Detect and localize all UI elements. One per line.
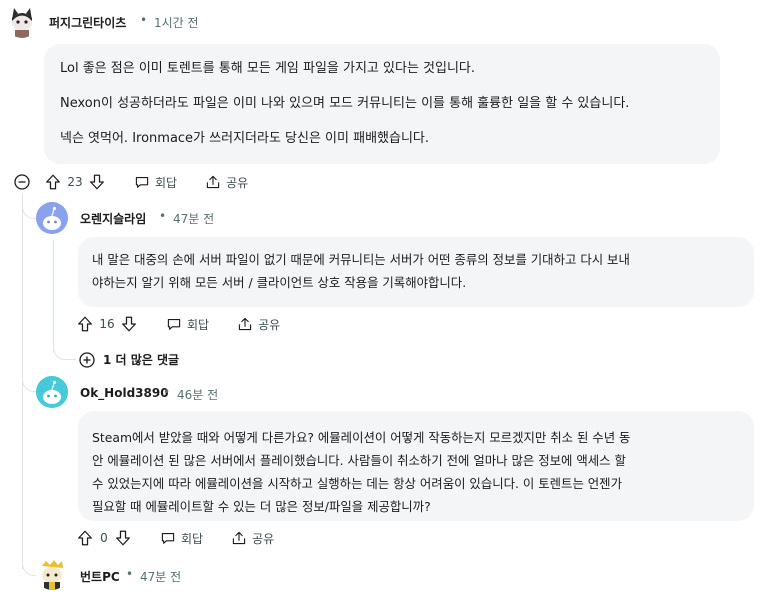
comment-paragraph: Nexon이 성공하더라도 파일은 이미 나와 있으며 모드 커뮤니티는 이를 … — [60, 96, 630, 111]
more-replies-button[interactable]: 1 더 많은 댓글 — [79, 351, 179, 368]
comment-actions: 23 회답 공유 — [44, 169, 248, 195]
comment-author[interactable]: 오렌지슬라임 — [80, 210, 146, 227]
reply-label: 회답 — [187, 317, 210, 332]
downvote-arrow-icon — [122, 316, 136, 332]
comment-time[interactable]: 47분 전 — [173, 210, 214, 227]
share-button[interactable]: 공유 — [237, 316, 280, 333]
vote-group: 23 — [44, 173, 106, 191]
downvote-button[interactable] — [88, 173, 106, 191]
comment-paragraph: Lol 좋은 점은 이미 토렌트를 통해 모든 게임 파일을 가지고 있다는 것… — [60, 61, 476, 76]
vote-count: 23 — [67, 175, 83, 189]
comment-line: 내 말은 대중의 손에 서버 파일이 없기 때문에 커뮤니티는 서버가 어떤 종… — [92, 252, 630, 267]
avatar[interactable] — [36, 376, 68, 408]
comment-body: Steam에서 받았을 때와 어떻게 다른가요? 에뮬레이션이 어떻게 작동하는… — [78, 411, 754, 521]
plus-circle-icon — [79, 351, 95, 368]
avatar[interactable] — [36, 558, 68, 590]
share-button[interactable]: 공유 — [205, 174, 248, 191]
upvote-button[interactable] — [76, 529, 94, 547]
share-label: 공유 — [252, 531, 275, 546]
vote-group: 16 — [76, 315, 138, 333]
comment-actions: 0 회답 공유 — [76, 525, 274, 551]
vote-count: 16 — [99, 317, 115, 331]
comment-body: 내 말은 대중의 손에 서버 파일이 없기 때문에 커뮤니티는 서버가 어떤 종… — [78, 237, 754, 307]
downvote-button[interactable] — [120, 315, 138, 333]
avatar[interactable] — [36, 202, 68, 234]
thread-curve-more — [53, 346, 76, 360]
upvote-arrow-icon — [78, 316, 92, 332]
snoo-avatar-icon — [42, 560, 63, 590]
comment-paragraph: 넥슨 엿먹어. Ironmace가 쓰러지더라도 당신은 이미 패배했습니다. — [60, 131, 430, 146]
chat-bubble-icon — [167, 319, 181, 330]
comment-line: 필요할 때 에뮬레이트할 수 있는 더 많은 정보/파일을 제공합니까? — [92, 499, 431, 514]
reply-button[interactable]: 회답 — [134, 174, 177, 191]
comment-author[interactable]: 퍼지그린타이츠 — [49, 14, 126, 31]
comment-line: 안 에뮬레이션 된 많은 서버에서 플레이했습니다. 사람들이 취소하기 전에 … — [92, 453, 626, 468]
snoo-avatar-icon — [36, 376, 68, 408]
downvote-arrow-icon — [90, 174, 104, 190]
vote-count: 0 — [100, 531, 108, 545]
thread-curve-reply2 — [22, 372, 37, 392]
comment-time[interactable]: 46분 전 — [177, 386, 218, 403]
upvote-arrow-icon — [46, 174, 60, 190]
downvote-button[interactable] — [114, 529, 132, 547]
upvote-arrow-icon — [78, 530, 92, 546]
reply-button[interactable]: 회답 — [166, 316, 209, 333]
cat-avatar-icon — [12, 8, 32, 38]
comment-author[interactable]: Ok_Hold3890 — [80, 386, 169, 400]
snoo-avatar-icon — [36, 202, 68, 234]
share-label: 공유 — [258, 317, 281, 332]
share-button[interactable]: 공유 — [231, 530, 274, 547]
share-icon — [206, 175, 220, 189]
upvote-button[interactable] — [44, 173, 62, 191]
comment-line: Steam에서 받았을 때와 어떻게 다른가요? 에뮬레이션이 어떻게 작동하는… — [92, 430, 631, 445]
comment-actions: 16 회답 공유 — [76, 311, 280, 337]
comment-line: 수 있었는지에 따라 에뮬레이션을 시작하고 실행하는 데는 항상 어려움이 있… — [92, 476, 622, 491]
downvote-arrow-icon — [116, 530, 130, 546]
separator-dot: • — [126, 567, 134, 581]
chat-bubble-icon — [161, 533, 175, 544]
comment-body: Lol 좋은 점은 이미 토렌트를 통해 모든 게임 파일을 가지고 있다는 것… — [44, 44, 720, 164]
minus-circle-icon — [14, 174, 30, 190]
separator-dot: • — [140, 13, 148, 27]
vote-group: 0 — [76, 529, 132, 547]
thread-line-reply — [53, 240, 54, 352]
upvote-button[interactable] — [76, 315, 94, 333]
avatar[interactable] — [6, 6, 38, 38]
comment-time[interactable]: 1시간 전 — [154, 14, 199, 31]
share-icon — [232, 531, 246, 545]
comment-author[interactable]: 번트PC — [80, 568, 120, 585]
separator-dot: • — [159, 209, 167, 223]
thread-curve-reply3 — [22, 556, 37, 576]
more-replies-label: 1 더 많은 댓글 — [103, 353, 180, 367]
share-icon — [238, 317, 252, 331]
thread-curve-reply1 — [22, 200, 37, 219]
collapse-thread-button[interactable] — [14, 174, 30, 190]
separator-dot: • — [163, 385, 171, 399]
share-label: 공유 — [226, 175, 249, 190]
reply-label: 회답 — [181, 531, 204, 546]
reply-label: 회답 — [155, 175, 178, 190]
comment-line: 야하는지 알기 위해 모든 서버 / 클라이언트 상호 작용을 기록해야합니다. — [92, 275, 467, 290]
reply-button[interactable]: 회답 — [160, 530, 203, 547]
comment-time[interactable]: 47분 전 — [140, 568, 181, 585]
chat-bubble-icon — [135, 177, 149, 188]
